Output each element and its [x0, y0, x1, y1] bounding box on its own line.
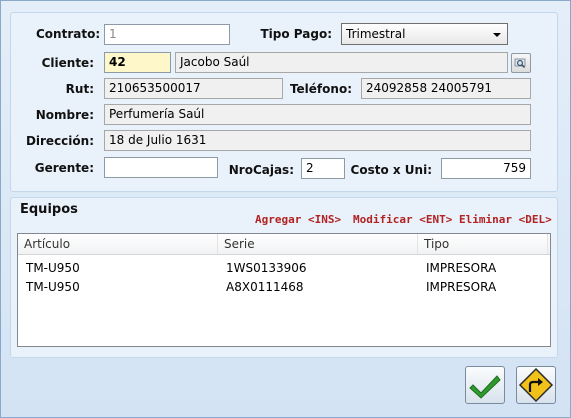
cliente-label: Cliente: [41, 56, 94, 70]
table-row[interactable]: TM-U950 A8X0111468 IMPRESORA [18, 278, 550, 296]
column-header-serie[interactable]: Serie [218, 234, 418, 254]
contrato-label: Contrato: [36, 27, 101, 41]
cliente-name-field: Jacobo Saúl [175, 52, 508, 73]
contrato-field[interactable]: 1 [104, 24, 230, 45]
check-icon [469, 375, 501, 399]
nombre-label: Nombre: [35, 108, 94, 122]
cliente-code-field[interactable]: 42 [104, 52, 171, 73]
cell-articulo: TM-U950 [26, 280, 80, 294]
cliente-lookup-button[interactable] [511, 53, 531, 73]
cell-serie: A8X0111468 [226, 280, 304, 294]
direccion-field: 18 de Julio 1631 [104, 130, 531, 151]
exit-button[interactable] [516, 366, 556, 404]
tipo-pago-selected: Trimestral [346, 27, 406, 41]
rut-label: Rut: [65, 82, 94, 96]
nrocajas-label: NroCajas: [228, 163, 294, 177]
telefono-field: 24092858 24005791 [361, 78, 531, 99]
direccion-label: Dirección: [25, 134, 94, 148]
cell-tipo: IMPRESORA [426, 280, 497, 294]
telefono-label: Teléfono: [289, 82, 352, 96]
modificar-link[interactable]: Modificar <ENT> [353, 213, 452, 226]
gerente-label: Gerente: [34, 161, 94, 175]
cell-tipo: IMPRESORA [426, 261, 497, 275]
accept-button[interactable] [465, 366, 505, 404]
cell-articulo: TM-U950 [26, 261, 80, 275]
rut-field: 210653500017 [104, 78, 283, 99]
magnifier-icon [514, 58, 526, 68]
costo-field[interactable]: 759 [441, 158, 531, 179]
table-header: Artículo Serie Tipo [18, 234, 550, 255]
tipo-pago-label: Tipo Pago: [260, 27, 332, 41]
column-header-articulo[interactable]: Artículo [18, 234, 218, 254]
tipo-pago-select[interactable]: Trimestral [341, 23, 508, 45]
agregar-link[interactable]: Agregar <INS> [255, 213, 341, 226]
column-header-tipo[interactable]: Tipo [418, 234, 548, 254]
equipos-title: Equipos [20, 202, 78, 217]
gerente-field[interactable] [104, 157, 218, 178]
table-row[interactable]: TM-U950 1WS0133906 IMPRESORA [18, 259, 550, 277]
turn-arrow-icon [518, 367, 554, 403]
cell-serie: 1WS0133906 [226, 261, 307, 275]
costo-label: Costo x Uni: [350, 163, 432, 177]
nrocajas-field[interactable]: 2 [301, 158, 345, 179]
eliminar-link[interactable]: Eliminar <DEL> [459, 213, 552, 226]
nombre-field: Perfumería Saúl [104, 104, 531, 125]
chevron-down-icon [493, 33, 501, 37]
equipos-table[interactable]: Artículo Serie Tipo TM-U950 1WS0133906 I… [17, 233, 551, 347]
